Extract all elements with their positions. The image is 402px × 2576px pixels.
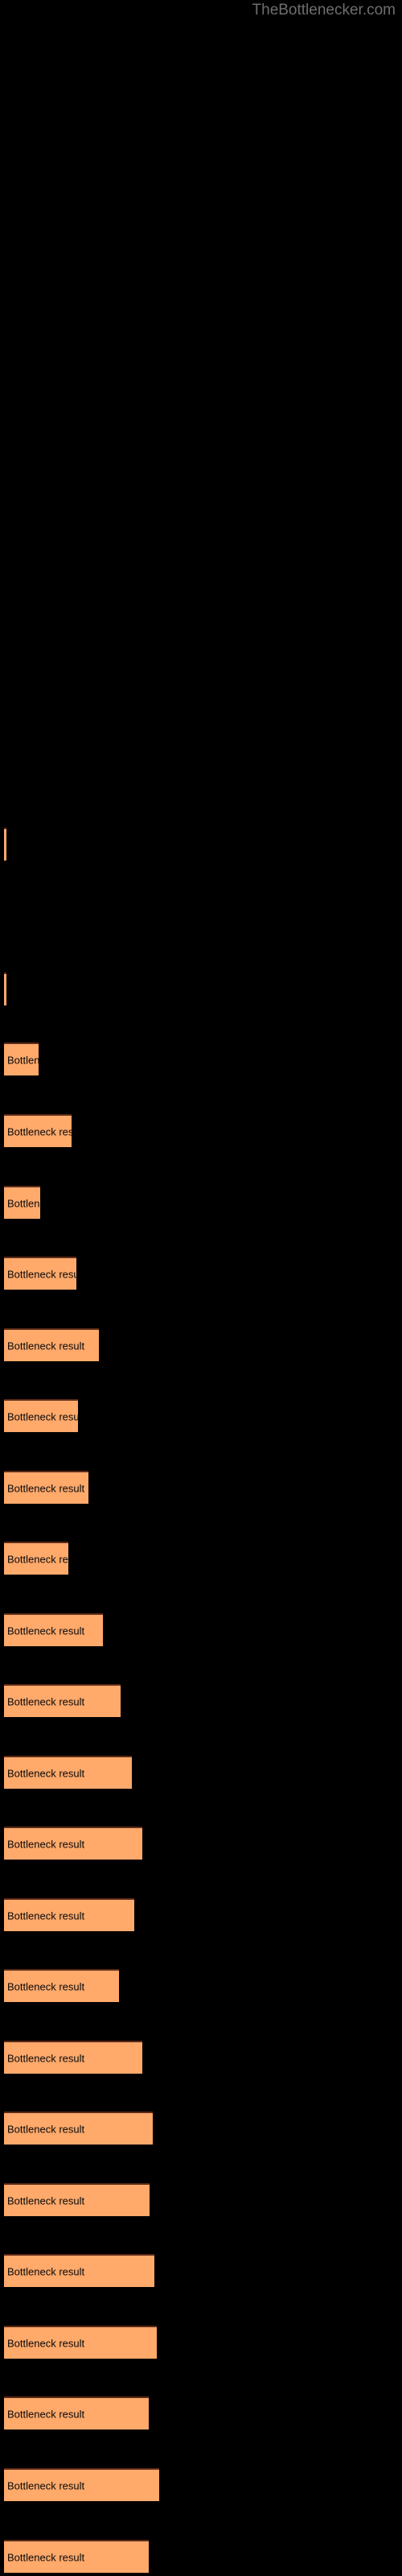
chart-bar[interactable]: Bottleneck result (4, 972, 6, 1005)
chart-bar-label: Bottleneck result (7, 1624, 85, 1637)
chart-bar[interactable]: Bottleneck result (4, 2396, 149, 2429)
horizontal-bar-chart-plot: Bottleneck result Bottleneck result Bottle… (0, 0, 402, 2576)
chart-bar[interactable]: Bottleneck result (4, 2326, 157, 2359)
chart-bar[interactable]: Bottleneck result (4, 1328, 99, 1361)
chart-bar[interactable]: Bottleneck result (4, 2183, 150, 2216)
chart-bar[interactable]: Bottleneck result (4, 1613, 103, 1646)
chart-bar[interactable]: Bottleneck result (4, 1898, 134, 1931)
chart-bar-label: Bottleneck result (7, 2551, 85, 2563)
chart-bar-label: Bottleneck result (7, 1268, 76, 1280)
chart-bar[interactable]: Bottleneck result (4, 2254, 154, 2287)
chart-bar[interactable]: Bottleneck result (4, 1969, 119, 2002)
chart-bar-label: Bottleneck result (7, 1054, 39, 1066)
chart-bar-label: Bottleneck result (7, 2408, 85, 2420)
chart-bar-label: Bottleneck result (7, 2265, 85, 2277)
chart-bar-label: Bottleneck result (7, 1695, 85, 1707)
chart-bar[interactable]: Bottleneck result (4, 2540, 149, 2573)
chart-bar-label: Bottleneck result (7, 1197, 40, 1209)
chart-bar[interactable]: Bottleneck result (4, 2112, 153, 2145)
chart-bar[interactable]: Bottleneck result (4, 1399, 78, 1432)
chart-bar[interactable]: Bottleneck result (4, 2468, 159, 2501)
chart-bar[interactable]: Bottleneck result (4, 1471, 88, 1504)
chart-bar-label: Bottleneck result (7, 1838, 85, 1850)
chart-bar[interactable]: Bottleneck result (4, 828, 6, 861)
chart-bar[interactable]: Bottleneck result (4, 1684, 121, 1717)
chart-bar-label: Bottleneck result (7, 1340, 85, 1352)
chart-bar[interactable]: Bottleneck result (4, 1756, 132, 1789)
bottleneck-chart-page: TheBottlenecker.com Bottleneck resultBot… (0, 0, 402, 2576)
chart-bar-label: Bottleneck result (7, 2194, 85, 2207)
chart-bar-label: Bottleneck result (7, 2123, 85, 2135)
chart-bar[interactable]: Bottleneck result (4, 2041, 142, 2074)
chart-bar-label: Bottleneck result (7, 1125, 72, 1137)
chart-bar[interactable]: Bottleneck result (4, 1542, 68, 1575)
chart-bar-label: Bottleneck result (7, 1909, 85, 1922)
chart-bar-label: Bottleneck result (7, 1482, 85, 1494)
chart-bar[interactable]: Bottleneck result (4, 1827, 142, 1860)
chart-bar[interactable]: Bottleneck result (4, 1042, 39, 1075)
chart-bar-label: Bottleneck result (7, 1767, 85, 1779)
chart-bar[interactable]: Bottleneck result (4, 1114, 72, 1147)
chart-bar[interactable]: Bottleneck result (4, 1257, 76, 1290)
chart-bar-label: Bottleneck result (7, 2052, 85, 2064)
chart-bar-label: Bottleneck result (7, 1410, 78, 1422)
chart-bar-label: Bottleneck result (7, 1980, 85, 1992)
chart-bar[interactable]: Bottleneck result (4, 1186, 40, 1219)
chart-bar-label: Bottleneck result (7, 2479, 85, 2491)
chart-bar-label: Bottleneck result (7, 2337, 85, 2349)
chart-bar-label: Bottleneck result (7, 1553, 68, 1565)
